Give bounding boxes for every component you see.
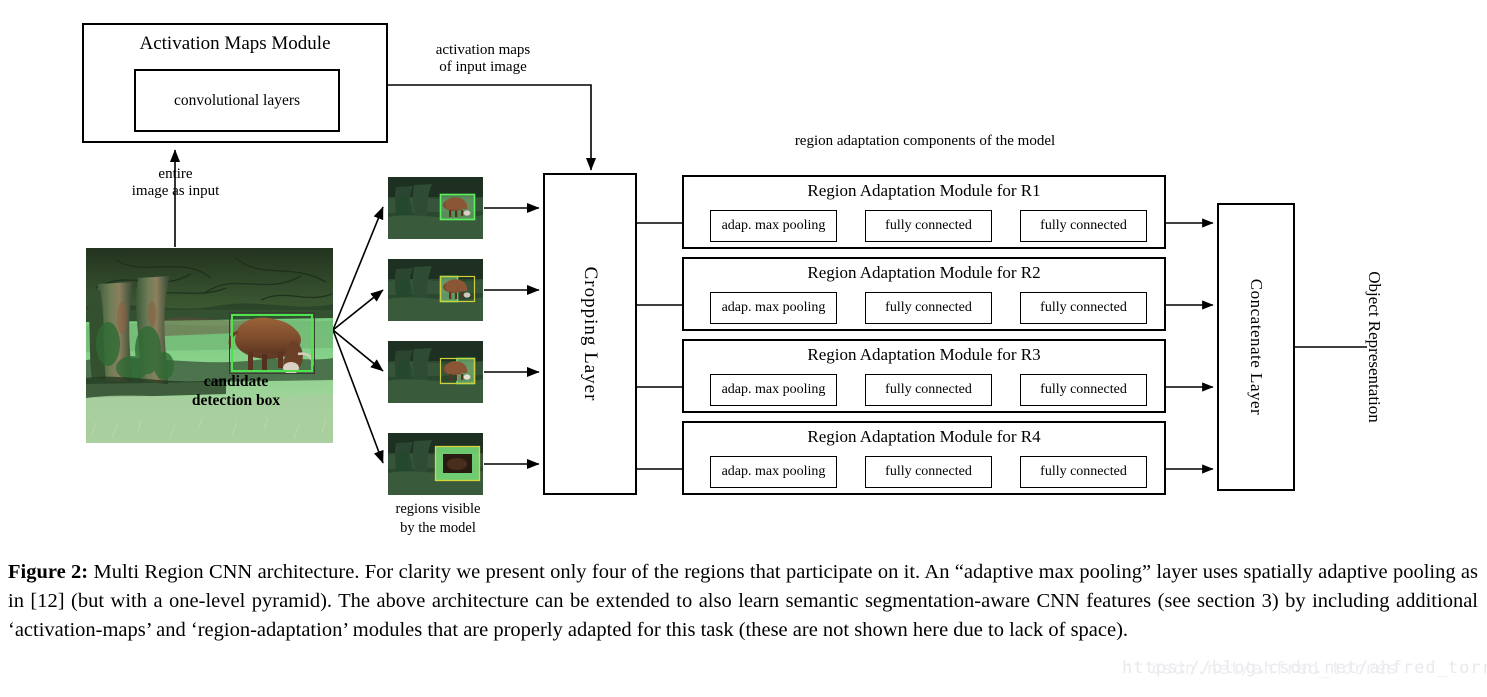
concatenate-layer-label: Concatenate Layer <box>1247 278 1266 416</box>
region-thumbnail-r1-canvas <box>388 177 483 239</box>
watermark: https://blog.csdn.net/ahfred_torres csdn… <box>1122 658 1487 679</box>
region-adaptation-module-r1: Region Adaptation Module for R1 adap. ma… <box>682 175 1166 249</box>
region-thumbnail-r2-canvas <box>388 259 483 321</box>
region-adaptation-module-r4-title: Region Adaptation Module for R4 <box>807 427 1041 446</box>
watermark-overlay-text: csdn.net/ahfred_torres <box>1151 659 1399 679</box>
region-adaptation-module-r2: Region Adaptation Module for R2 adap. ma… <box>682 257 1166 331</box>
fully-connected-1-r2: fully connected <box>865 292 992 324</box>
region-thumbnail-r4 <box>388 433 483 495</box>
region-adaptation-module-r4: Region Adaptation Module for R4 adap. ma… <box>682 421 1166 495</box>
convolutional-layers-box: convolutional layers <box>134 69 340 132</box>
fully-connected-2-r1: fully connected <box>1020 210 1147 242</box>
concatenate-layer: Concatenate Layer <box>1217 203 1295 491</box>
input-image <box>86 248 333 443</box>
region-adaptation-module-r1-title: Region Adaptation Module for R1 <box>807 181 1041 200</box>
adaptive-max-pooling-r3: adap. max pooling <box>710 374 837 406</box>
region-thumbnail-r2 <box>388 259 483 321</box>
figure-caption: Figure 2: Multi Region CNN architecture.… <box>8 558 1478 645</box>
edge-label-entire-image-as-input: entire image as input <box>131 166 220 200</box>
cropping-layer: Cropping Layer <box>543 173 637 495</box>
region-adaptation-module-r2-title: Region Adaptation Module for R2 <box>807 263 1041 282</box>
convolutional-layers-label: convolutional layers <box>173 91 301 109</box>
region-adaptation-module-r3-title: Region Adaptation Module for R3 <box>807 345 1041 364</box>
figure-label: Figure 2: <box>8 561 89 583</box>
edge-label-activation-maps: activation maps of input image <box>435 42 531 76</box>
region-thumbnail-r4-canvas <box>388 433 483 495</box>
region-adaptation-group-label: region adaptation components of the mode… <box>794 133 1056 149</box>
adaptive-max-pooling-r1: adap. max pooling <box>710 210 837 242</box>
fully-connected-2-r3: fully connected <box>1020 374 1147 406</box>
figure-caption-text: Multi Region CNN architecture. For clari… <box>8 561 1479 642</box>
fully-connected-1-r3: fully connected <box>865 374 992 406</box>
adaptive-max-pooling-r2: adap. max pooling <box>710 292 837 324</box>
region-thumbnails-caption: regions visible by the model <box>395 501 481 536</box>
candidate-detection-box <box>231 314 313 372</box>
fully-connected-1-r1: fully connected <box>865 210 992 242</box>
candidate-detection-box-label: candidate detection box <box>191 373 281 410</box>
region-thumbnail-r3-canvas <box>388 341 483 403</box>
cropping-layer-label: Cropping Layer <box>580 266 601 402</box>
region-adaptation-module-r3: Region Adaptation Module for R3 adap. ma… <box>682 339 1166 413</box>
figure-diagram: Activation Maps Module convolutional lay… <box>0 0 1487 697</box>
object-representation-label: Object Representation <box>1365 271 1384 423</box>
region-thumbnail-r1 <box>388 177 483 239</box>
adaptive-max-pooling-r4: adap. max pooling <box>710 456 837 488</box>
activation-maps-module-title: Activation Maps Module <box>139 33 331 54</box>
region-thumbnail-r3 <box>388 341 483 403</box>
fully-connected-2-r4: fully connected <box>1020 456 1147 488</box>
fully-connected-2-r2: fully connected <box>1020 292 1147 324</box>
activation-maps-module: Activation Maps Module convolutional lay… <box>82 23 388 143</box>
fully-connected-1-r4: fully connected <box>865 456 992 488</box>
